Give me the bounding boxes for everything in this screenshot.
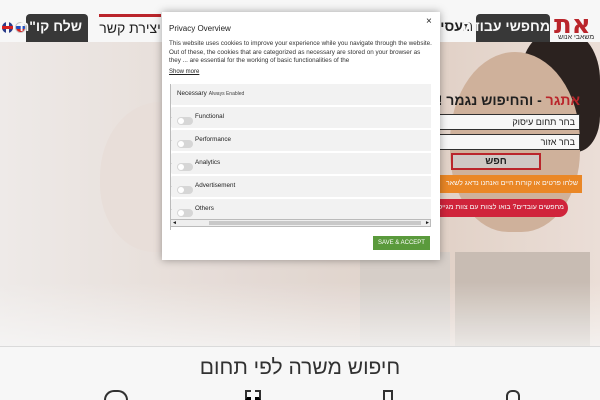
- toggle-switch[interactable]: [177, 209, 193, 217]
- toggle-switch[interactable]: [177, 186, 193, 194]
- show-more-link[interactable]: Show more: [169, 69, 199, 75]
- chevron-right-icon: ▸: [171, 115, 172, 121]
- horizontal-scrollbar[interactable]: ◄ ►: [170, 219, 431, 227]
- modal-description: This website uses cookies to improve you…: [169, 40, 432, 64]
- cookie-category-analytics[interactable]: ▸ Analytics: [171, 153, 431, 174]
- scroll-right-icon[interactable]: ►: [425, 220, 430, 226]
- close-icon[interactable]: ×: [426, 16, 432, 27]
- always-enabled-note: Always Enabled: [208, 91, 245, 97]
- category-label: Analytics: [195, 159, 221, 166]
- chevron-right-icon: ▸: [171, 207, 172, 213]
- cookie-category-others[interactable]: ▸ Others: [171, 199, 431, 220]
- modal-title: Privacy Overview: [169, 24, 231, 33]
- category-label: Others: [195, 205, 214, 212]
- category-label: Functional: [195, 113, 225, 120]
- cookie-category-functional[interactable]: ▸ Functional: [171, 107, 431, 128]
- chevron-right-icon: ▸: [171, 138, 172, 144]
- cookie-consent-modal: Privacy Overview × This website uses coo…: [162, 12, 440, 260]
- category-label: Necessary Always Enabled: [177, 90, 245, 97]
- save-accept-button[interactable]: SAVE & ACCEPT: [373, 236, 430, 250]
- cookie-category-performance[interactable]: ▸ Performance: [171, 130, 431, 151]
- cookie-category-list: NecessaryAlways Enabled ▸ Functional ▸ P…: [170, 84, 431, 230]
- toggle-switch[interactable]: [177, 140, 193, 148]
- toggle-switch[interactable]: [177, 163, 193, 171]
- cookie-category-necessary[interactable]: Necessary Always Enabled: [171, 84, 431, 105]
- category-label: Performance: [195, 136, 232, 143]
- chevron-right-icon: ▸: [171, 184, 172, 190]
- toggle-switch[interactable]: [177, 117, 193, 125]
- scrollbar-thumb[interactable]: [209, 221, 421, 225]
- category-label: Advertisement: [195, 182, 236, 189]
- chevron-right-icon: ▸: [171, 161, 172, 167]
- scroll-left-icon[interactable]: ◄: [172, 220, 177, 226]
- cookie-category-advertisement[interactable]: ▸ Advertisement: [171, 176, 431, 197]
